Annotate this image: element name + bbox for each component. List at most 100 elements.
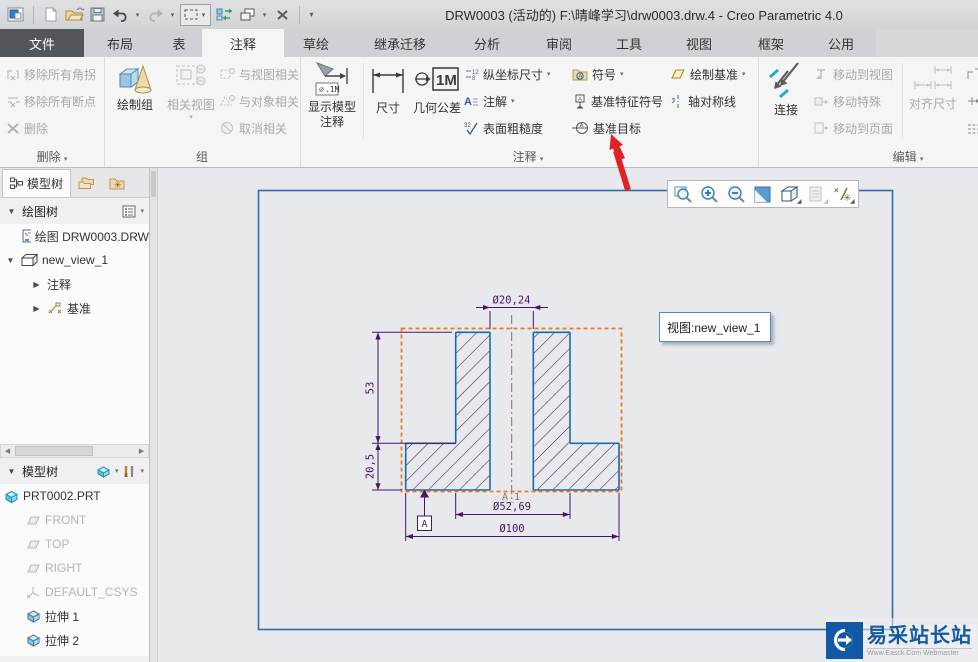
group-label-edit[interactable]: 编辑 ▾ (866, 148, 950, 164)
tab-sketch[interactable]: 草绘 (284, 29, 348, 57)
scrollbar-thumb[interactable] (15, 446, 93, 456)
geometric-tolerance-button[interactable]: 1M 几何公差 (412, 65, 462, 116)
scroll-left-icon[interactable]: ◀ (1, 447, 14, 455)
favorites-folder-icon: ✳ (109, 178, 125, 190)
new-file-icon[interactable] (41, 4, 61, 26)
datum-feature-symbol-icon: A (575, 94, 585, 108)
draw-datum-button[interactable]: 绘制基准 ▾ (670, 65, 746, 83)
tab-tools[interactable]: 工具 (596, 29, 662, 57)
tab-common[interactable]: 公用 (806, 29, 876, 57)
zoom-out-icon[interactable] (724, 182, 748, 206)
group-label-delete[interactable]: 删除 ▾ (10, 148, 94, 164)
tree-item-extrude-2[interactable]: 拉伸 2 (0, 628, 149, 652)
tab-legacy-migration[interactable]: 继承迁移 (348, 29, 452, 57)
clipped-ribbon-icon[interactable] (966, 92, 978, 110)
scroll-right-icon[interactable]: ▶ (135, 447, 148, 455)
tab-analysis[interactable]: 分析 (452, 29, 522, 57)
open-file-icon[interactable] (64, 4, 84, 26)
tab-framework[interactable]: 框架 (736, 29, 806, 57)
drawing-sheet[interactable]: A_1 Ø20,24 53 20,5 Ø52,69 Ø100 A (158, 168, 978, 662)
tree-settings-icon[interactable] (122, 205, 136, 218)
tab-file[interactable]: 文件 (0, 29, 84, 57)
symbol-button[interactable]: A 符号 ▾ (572, 65, 624, 83)
tab-table[interactable]: 表 (156, 29, 202, 57)
zoom-box-icon[interactable] (671, 182, 695, 206)
tree-item-front[interactable]: FRONT (0, 508, 149, 532)
tree-item-annotations[interactable]: ▶ 注释 (0, 272, 149, 296)
align-dimensions-icon (914, 66, 952, 89)
selection-filter-control[interactable]: ▾ (180, 3, 211, 26)
collapse-icon[interactable]: ▼ (5, 207, 18, 216)
windows-dropdown-icon[interactable]: ▾ (260, 11, 269, 19)
divider (33, 5, 34, 24)
save-icon[interactable] (87, 4, 107, 26)
dimension-button[interactable]: 尺寸 (366, 65, 410, 116)
datum-axis-icon (48, 302, 62, 314)
clipped-ribbon-icon[interactable] (966, 119, 978, 137)
tree-item-csys[interactable]: DEFAULT_CSYS (0, 580, 149, 604)
tree-item-top[interactable]: TOP (0, 532, 149, 556)
tree-item-extrude-1[interactable]: 拉伸 1 (0, 604, 149, 628)
tab-layout[interactable]: 布局 (84, 29, 156, 57)
graphics-area[interactable]: A_1 Ø20,24 53 20,5 Ø52,69 Ø100 A (158, 168, 978, 662)
repaint-icon[interactable] (751, 182, 775, 206)
quick-access-toolbar: ▾ ▾ ▾ ▾ ▾ (6, 3, 316, 26)
remove-jogs-icon (7, 70, 19, 81)
dropdown-arrow-icon: ▾ (63, 156, 68, 163)
tree-item-datums[interactable]: ▶ 基准 (0, 296, 149, 320)
tree-item-drawing[interactable]: 绘图 DRW0003.DRW (0, 224, 149, 248)
saved-views-icon[interactable]: ◢ (778, 182, 802, 206)
close-window-icon[interactable] (272, 4, 292, 26)
move-to-sheet-button: 移动到页面 (814, 119, 893, 137)
tab-annotate[interactable]: 注释 (202, 29, 284, 57)
tree-item-part[interactable]: PRT0002.PRT (0, 484, 149, 508)
draw-group-button[interactable]: 绘制组 (108, 60, 162, 113)
drawing-tree-hscrollbar[interactable]: ◀ ▶ (0, 444, 149, 458)
dropdown-arrow-icon[interactable]: ▾ (115, 467, 119, 475)
part-filter-icon[interactable] (96, 465, 111, 478)
datum-feature-symbol-button[interactable]: A 基准特征符号 (572, 92, 663, 110)
note-button[interactable]: A 注解 ▾ (464, 92, 515, 110)
group-label-annotate[interactable]: 注释 ▾ (486, 148, 570, 164)
app-window-icon[interactable] (6, 4, 26, 26)
dimension-boss-height[interactable]: 53 (365, 331, 457, 444)
windows-icon[interactable] (237, 4, 257, 26)
svg-text:Ø52,69: Ø52,69 (493, 501, 531, 513)
tab-review[interactable]: 审阅 (522, 29, 596, 57)
svg-text:A: A (580, 123, 584, 129)
dropdown-arrow-icon[interactable]: ▾ (140, 207, 144, 215)
svg-text:20,5: 20,5 (365, 454, 377, 479)
datum-feature-symbol[interactable]: A (417, 489, 432, 531)
expand-icon[interactable]: ▶ (30, 280, 43, 289)
surface-finish-button[interactable]: 32 表面粗糙度 (464, 119, 543, 137)
clipped-ribbon-icon[interactable] (966, 65, 978, 83)
connect-button[interactable]: 连接 (762, 59, 810, 118)
symmetry-line-button[interactable]: 轴对称线 (670, 92, 736, 110)
customize-toolbar-icon[interactable]: ▾ (307, 10, 316, 19)
dimension-flange-height[interactable]: 20,5 (365, 443, 403, 491)
tree-item-right[interactable]: RIGHT (0, 556, 149, 580)
tab-model-tree[interactable]: 模型树 (2, 169, 72, 197)
ordinate-dimension-button[interactable]: 12 8 纵坐标尺寸 ▾ (464, 65, 551, 83)
regenerate-icon[interactable] (214, 4, 234, 26)
group-label-group[interactable]: 组 (160, 148, 244, 164)
tree-item-view[interactable]: ▼ new_view_1 (0, 248, 149, 272)
note-icon: A (464, 96, 478, 108)
navigator-tabs: 模型树 ✳ (0, 168, 149, 198)
show-model-annotations-button[interactable]: ⌀ .1M 显示模型 注释 (302, 60, 362, 130)
expand-icon[interactable]: ▶ (30, 304, 43, 313)
undo-icon[interactable] (110, 4, 130, 26)
relate-to-object-button: 与对象相关 (220, 92, 299, 110)
tab-view[interactable]: 视图 (662, 29, 736, 57)
expand-icon[interactable]: ▼ (4, 256, 17, 265)
tree-tools-icon[interactable] (122, 464, 136, 478)
collapse-icon[interactable]: ▼ (5, 467, 18, 476)
splitter-handle[interactable] (151, 171, 156, 197)
datum-display-icon[interactable]: × ✳ ◢ (831, 182, 855, 206)
tab-favorites[interactable]: ✳ (102, 169, 132, 197)
tab-folder-browser[interactable] (71, 169, 102, 197)
panel-splitter[interactable] (150, 168, 158, 662)
dropdown-arrow-icon[interactable]: ▾ (140, 467, 144, 475)
zoom-in-icon[interactable] (698, 182, 722, 206)
undo-dropdown-icon[interactable]: ▾ (133, 11, 142, 19)
